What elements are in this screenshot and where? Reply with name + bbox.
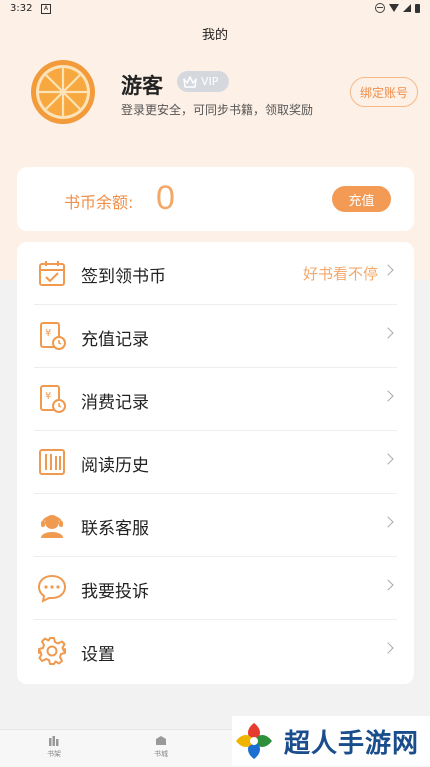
chevron-right-icon (382, 579, 394, 591)
chat-bubble-icon (37, 574, 67, 603)
balance-card: 书币余额: 0 充值 (17, 167, 414, 231)
balance-value: 0 (156, 179, 175, 217)
bind-account-button[interactable]: 绑定账号 (350, 77, 418, 107)
signal-icon (403, 4, 411, 12)
watermark-text: 超人手游网 (284, 728, 420, 759)
nav-item-bookstore[interactable]: 书城 (141, 735, 181, 759)
bookstore-icon (156, 736, 166, 745)
consume-record-icon: ¥ (40, 385, 66, 413)
menu-item-settings[interactable]: 设置 (17, 620, 414, 683)
svg-text:¥: ¥ (45, 328, 51, 339)
username: 游客 (121, 74, 163, 98)
menu-item-checkin[interactable]: 签到领书币 好书看不停 (17, 242, 414, 305)
recharge-record-icon: ¥ (40, 322, 66, 350)
menu-item-label: 联系客服 (81, 519, 149, 539)
page-title: 我的 (201, 28, 228, 43)
do-not-disturb-icon (375, 3, 385, 13)
profile-subtitle: 登录更安全，可同步书籍，领取奖励 (121, 103, 314, 117)
gear-icon (38, 637, 66, 665)
menu-item-hint: 好书看不停 (302, 265, 378, 283)
balance-label: 书币余额: (64, 193, 134, 212)
status-time: 3:32 (10, 3, 33, 14)
notification-icon: A (41, 4, 51, 14)
chevron-right-icon (382, 642, 394, 654)
menu-item-consume-record[interactable]: ¥ 消费记录 (17, 368, 414, 431)
menu-item-recharge-record[interactable]: ¥ 充值记录 (17, 305, 414, 368)
menu-item-reading-history[interactable]: 阅读历史 (17, 431, 414, 494)
vip-label: VIP (201, 75, 219, 88)
reading-history-icon (39, 449, 65, 475)
menu-item-complaint[interactable]: 我要投诉 (17, 557, 414, 620)
nav-item-label: 书架 (47, 750, 61, 758)
avatar[interactable] (31, 60, 95, 124)
customer-service-icon (41, 515, 63, 538)
chevron-right-icon (382, 516, 394, 528)
svg-text:¥: ¥ (45, 391, 51, 402)
bookshelf-icon (49, 736, 59, 746)
chevron-right-icon (382, 453, 394, 465)
orange-avatar-icon (31, 60, 95, 124)
chevron-right-icon (382, 264, 394, 276)
recharge-button[interactable]: 充值 (332, 186, 391, 212)
nav-item-bookshelf[interactable]: 书架 (34, 735, 74, 759)
menu-list: 签到领书币 好书看不停 ¥ 充值记录 ¥ 消费记录 阅读历史 联系客服 我要投诉… (17, 242, 414, 684)
menu-item-label: 设置 (81, 645, 115, 665)
watermark-logo-icon (236, 723, 272, 759)
calendar-check-icon (39, 261, 65, 286)
menu-item-label: 阅读历史 (81, 456, 149, 476)
chevron-right-icon (382, 390, 394, 402)
watermark: 超人手游网 (232, 716, 430, 766)
menu-item-label: 签到领书币 (81, 267, 166, 287)
vip-badge: VIP (177, 71, 229, 92)
chevron-right-icon (382, 327, 394, 339)
menu-item-label: 我要投诉 (81, 582, 149, 602)
menu-item-label: 消费记录 (81, 393, 149, 413)
nav-item-label: 书城 (154, 750, 168, 758)
crown-icon (183, 75, 197, 88)
menu-item-customer-service[interactable]: 联系客服 (17, 494, 414, 557)
status-icons (375, 3, 420, 13)
wifi-icon (389, 4, 399, 12)
menu-item-label: 充值记录 (81, 330, 149, 350)
status-bar: 3:32 A (0, 0, 430, 18)
battery-icon (415, 3, 420, 13)
